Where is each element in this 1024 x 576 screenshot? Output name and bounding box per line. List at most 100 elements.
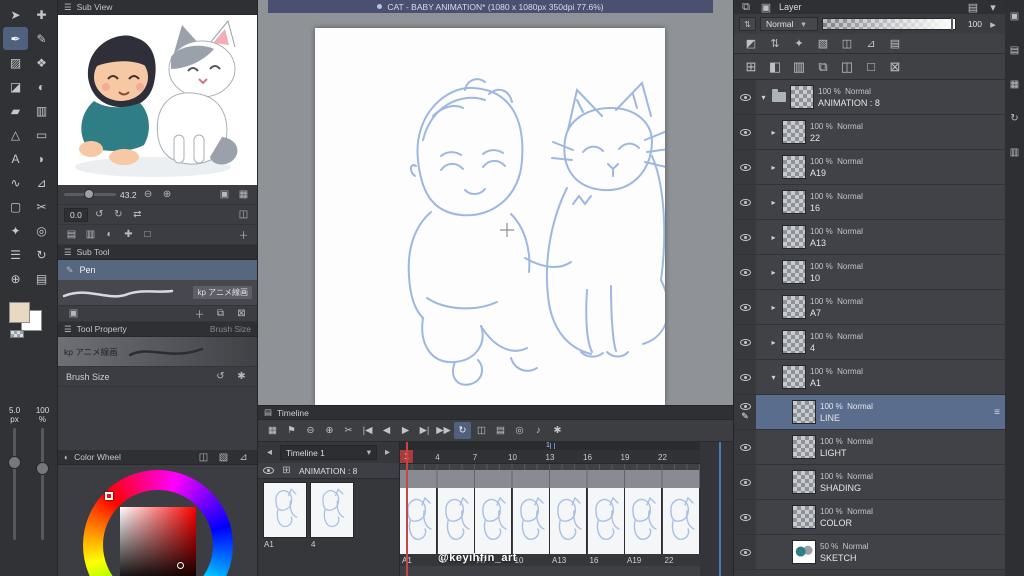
tab-brush-size[interactable]: Brush Size bbox=[210, 324, 251, 334]
layer-visibility-eye-icon[interactable] bbox=[739, 128, 751, 136]
tab-navigator-icon[interactable]: ▦ bbox=[1008, 76, 1022, 92]
move-layer-tool-icon[interactable]: ✚ bbox=[29, 3, 54, 26]
eraser-tool-icon[interactable]: ◪ bbox=[3, 75, 28, 98]
layer-row-16[interactable]: ▸ 100 % Normal 16 bbox=[734, 185, 1005, 220]
hue-ring[interactable] bbox=[83, 470, 233, 576]
rotate-left-icon[interactable]: ↺ bbox=[92, 207, 107, 222]
transparent-color-swatch[interactable] bbox=[9, 330, 24, 338]
brush-preset-row[interactable]: kp アニメ線画 bbox=[58, 280, 257, 306]
layer-thumbnail[interactable] bbox=[782, 225, 806, 249]
text-tool-icon[interactable]: A bbox=[3, 147, 28, 170]
lock-transparent-pixels-button[interactable]: ▧ bbox=[816, 36, 830, 52]
new-vector-layer-button[interactable]: ◧ bbox=[768, 59, 782, 75]
palette-switch-icon[interactable]: ⇅ bbox=[739, 17, 756, 31]
decoration-tool-icon[interactable]: ❖ bbox=[29, 51, 54, 74]
saturation-value-box[interactable] bbox=[120, 507, 196, 576]
add-image-icon[interactable]: ＋ bbox=[236, 227, 251, 242]
layer-row-a7[interactable]: ▸ 100 % Normal A7 bbox=[734, 290, 1005, 325]
timeline-cel-10[interactable] bbox=[512, 488, 550, 554]
layer-thumbnail[interactable] bbox=[782, 190, 806, 214]
subtool-item-pen[interactable]: ✎ Pen bbox=[58, 260, 257, 280]
fill-tool-icon[interactable]: ▰ bbox=[3, 99, 28, 122]
layer-row-light[interactable]: 100 % Normal LIGHT bbox=[734, 430, 1005, 465]
brush-opacity-slider[interactable] bbox=[36, 428, 49, 541]
layer-row-22[interactable]: ▸ 100 % Normal 22 bbox=[734, 115, 1005, 150]
expand-chevron-icon[interactable]: ▸ bbox=[769, 338, 778, 347]
color-slider-icon[interactable]: ▧ bbox=[216, 450, 231, 465]
eyedropper-tool-icon[interactable]: ◎ bbox=[29, 219, 54, 242]
layer-visibility-eye-icon[interactable] bbox=[739, 548, 751, 556]
layer-visibility-eye-icon[interactable] bbox=[739, 403, 751, 410]
zoom-out-icon[interactable]: ⊖ bbox=[141, 187, 156, 202]
timeline-cel-A19[interactable] bbox=[625, 488, 662, 554]
panel-options-icon[interactable]: ▤ bbox=[966, 0, 980, 15]
panel-menu-icon[interactable]: ☰ bbox=[64, 324, 72, 335]
timeline-zoom-in-button[interactable]: ⊕ bbox=[321, 422, 338, 439]
timeline-zoom-out-button[interactable]: ⊖ bbox=[302, 422, 319, 439]
hue-marker[interactable] bbox=[105, 492, 113, 500]
reset-view-icon[interactable]: ◫ bbox=[236, 207, 251, 222]
playhead-line[interactable] bbox=[406, 442, 408, 576]
layer-color-button[interactable]: ▤ bbox=[888, 36, 902, 52]
layer-visibility-eye-icon[interactable] bbox=[739, 478, 751, 486]
new-folder-button[interactable]: ▥ bbox=[792, 59, 806, 75]
fit-view-icon[interactable]: ▣ bbox=[217, 187, 232, 202]
dock-panel-icon[interactable]: ▣ bbox=[759, 0, 773, 15]
layer-visibility-eye-icon[interactable] bbox=[739, 443, 751, 451]
airbrush-tool-icon[interactable]: ▨ bbox=[3, 51, 28, 74]
cel-preview-A1[interactable] bbox=[263, 482, 307, 538]
timeline-cel-4[interactable] bbox=[437, 488, 475, 554]
collapse-panel-icon[interactable]: ▾ bbox=[986, 0, 1000, 15]
onion-skin-button[interactable]: ◫ bbox=[473, 422, 490, 439]
layer-visibility-eye-icon[interactable] bbox=[739, 303, 751, 311]
timeline-selector[interactable]: Timeline 1 ▾ bbox=[280, 445, 377, 460]
expand-chevron-icon[interactable]: ▸ bbox=[769, 198, 778, 207]
brush-size-param-row[interactable]: Brush Size ↺ ✱ bbox=[58, 367, 257, 387]
canvas[interactable] bbox=[315, 28, 665, 405]
layer-thumbnail[interactable] bbox=[782, 295, 806, 319]
previous-frame-button[interactable]: ◀ bbox=[378, 422, 395, 439]
loop-playback-button[interactable]: ↻ bbox=[454, 422, 471, 439]
layer-row-10[interactable]: ▸ 100 % Normal 10 bbox=[734, 255, 1005, 290]
document-tab[interactable]: CAT - BABY ANIMATION* (1080 x 1080px 350… bbox=[268, 0, 713, 13]
layer-visibility-eye-icon[interactable] bbox=[739, 373, 751, 381]
layer-row-a1[interactable]: ▾ 100 % Normal A1 bbox=[734, 360, 1005, 395]
play-button[interactable]: ▶ bbox=[397, 422, 414, 439]
pop-out-panel-icon[interactable]: ⧉ bbox=[739, 0, 753, 15]
ruler-tool-icon[interactable]: ⊿ bbox=[29, 171, 54, 194]
blend-tool-icon[interactable]: ◐ bbox=[29, 75, 54, 98]
lasso-tool-icon[interactable]: ✂ bbox=[29, 195, 54, 218]
prev-image-icon[interactable]: ▤ bbox=[64, 227, 79, 242]
subview-zoom-knob[interactable] bbox=[83, 189, 94, 199]
frame-border-tool-icon[interactable]: ▭ bbox=[29, 123, 54, 146]
swap-panel-button[interactable]: ⇅ bbox=[768, 36, 782, 52]
layer-visibility-eye-icon[interactable] bbox=[739, 163, 751, 171]
layer-row-4[interactable]: ▸ 100 % Normal 4 bbox=[734, 325, 1005, 360]
layer-thumbnail[interactable] bbox=[792, 470, 816, 494]
timeline-cel-16[interactable] bbox=[587, 488, 625, 554]
clear-subview-icon[interactable]: □ bbox=[140, 227, 155, 242]
tool-property-preset[interactable]: kp アニメ線画 bbox=[58, 337, 257, 367]
sound-button[interactable]: ♪ bbox=[530, 422, 547, 439]
expand-chevron-icon[interactable]: ▸ bbox=[769, 128, 778, 137]
set-as-ruler-button[interactable]: ⊿ bbox=[864, 36, 878, 52]
lock-layer-button[interactable]: ✦ bbox=[792, 36, 806, 52]
operation-tool-icon[interactable]: ➤ bbox=[3, 3, 28, 26]
layer-row-sketch[interactable]: 50 % Normal SKETCH bbox=[734, 535, 1005, 570]
cel-preview-4[interactable] bbox=[310, 482, 354, 538]
timeline-grid-button[interactable]: ▦ bbox=[264, 422, 281, 439]
new-cel-icon[interactable]: ⊞ bbox=[279, 463, 294, 478]
eyedropper-switch-icon[interactable]: ✚ bbox=[121, 227, 136, 242]
timeline-track-row[interactable]: ⊞ ANIMATION : 8 bbox=[258, 463, 399, 479]
rotate-right-icon[interactable]: ↻ bbox=[111, 207, 126, 222]
layer-opacity-slider[interactable] bbox=[822, 18, 956, 30]
panel-menu-icon[interactable]: ☰ bbox=[64, 2, 72, 13]
skip-to-start-button[interactable]: |◀ bbox=[359, 422, 376, 439]
tab-material-icon[interactable]: ▥ bbox=[1008, 144, 1022, 160]
zoom-in-icon[interactable]: ⊕ bbox=[160, 187, 175, 202]
color-history-icon[interactable]: ⊿ bbox=[236, 450, 251, 465]
color-set-icon[interactable]: ◫ bbox=[196, 450, 211, 465]
new-raster-layer-button[interactable]: ⊞ bbox=[744, 59, 758, 75]
merge-down-button[interactable]: ◫ bbox=[840, 59, 854, 75]
layer-thumbnail[interactable] bbox=[790, 85, 814, 109]
